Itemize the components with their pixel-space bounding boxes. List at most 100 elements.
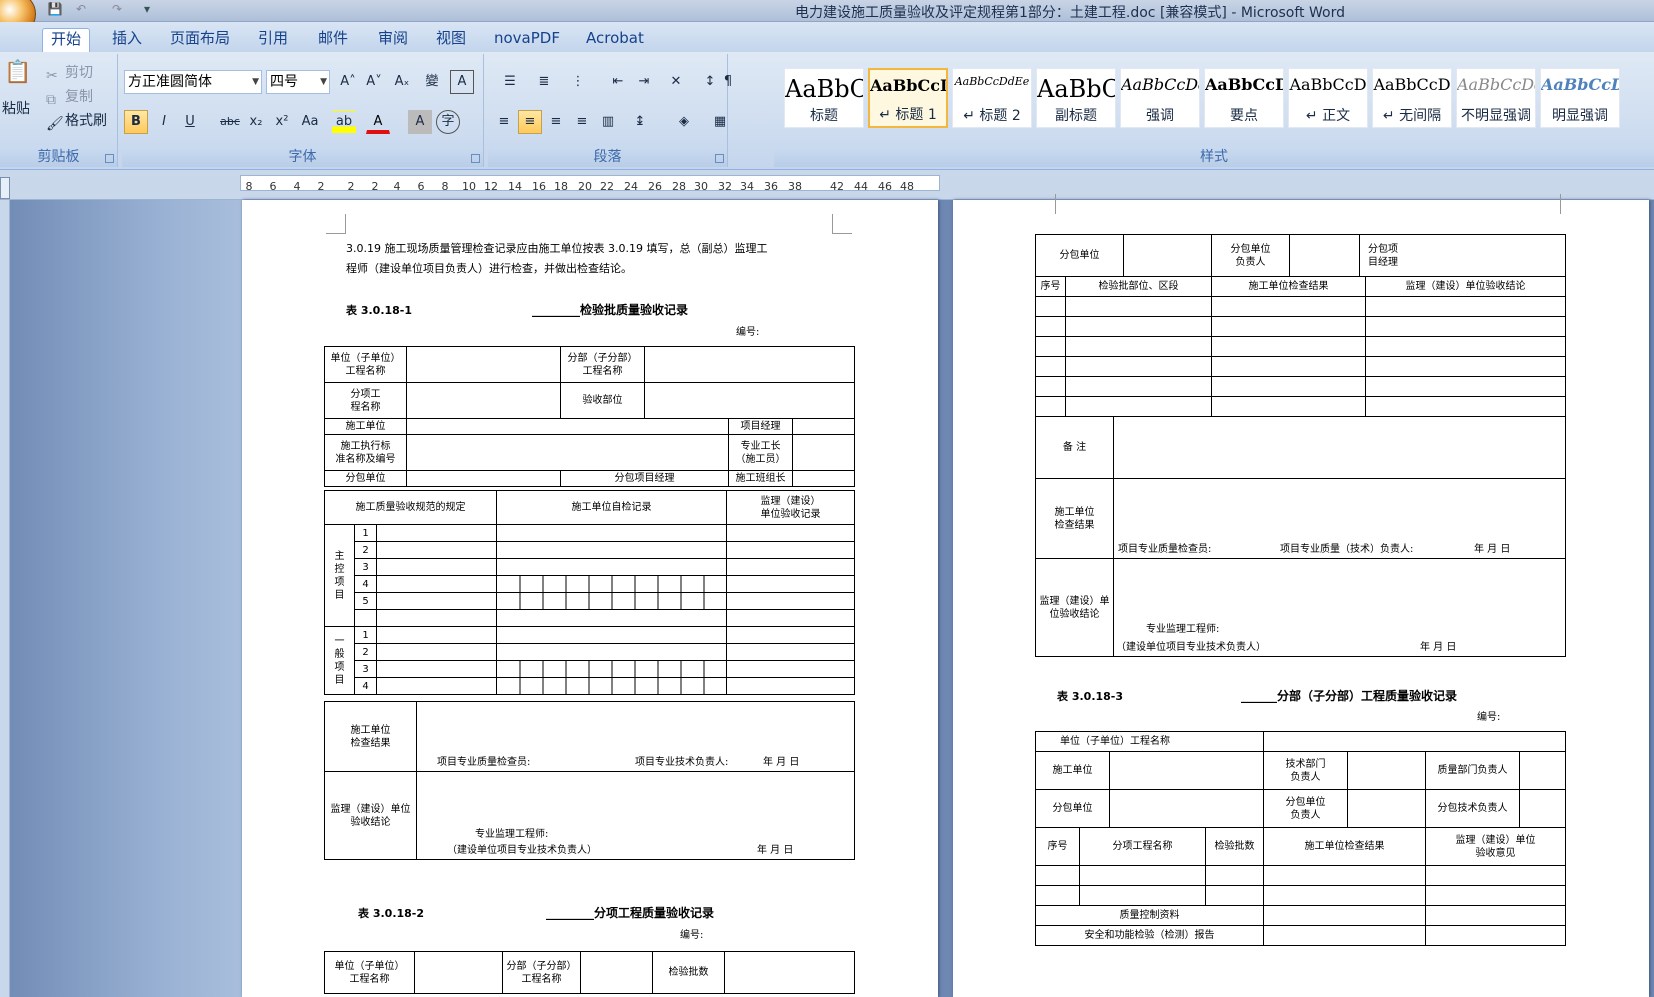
cell[interactable] [1065, 376, 1212, 397]
change-case-button[interactable]: Aa [298, 110, 322, 134]
cell[interactable] [496, 626, 727, 644]
subscript-button[interactable]: x₂ [244, 110, 268, 134]
cell[interactable] [791, 418, 856, 435]
multilevel-list-icon[interactable]: ⋮ [566, 70, 590, 94]
font-name-combo[interactable]: 方正准圆简体 ▼ [124, 70, 262, 94]
cell[interactable] [1425, 925, 1566, 946]
cell[interactable] [1425, 905, 1566, 926]
cell[interactable] [496, 575, 727, 593]
grow-font-button[interactable]: A˄ [336, 70, 360, 94]
cell[interactable] [496, 643, 727, 661]
cell[interactable] [1263, 731, 1566, 752]
tab-references[interactable]: 引用 [250, 28, 296, 52]
cell[interactable] [726, 558, 855, 576]
style-item[interactable]: AaBbC 标题 [784, 68, 864, 128]
decrease-indent-icon[interactable]: ⇤ [606, 70, 630, 94]
tab-review[interactable]: 审阅 [370, 28, 416, 52]
bullets-icon[interactable]: ☰ [498, 70, 522, 94]
cell[interactable] [580, 951, 653, 994]
cell[interactable] [726, 592, 855, 610]
tab-view[interactable]: 视图 [428, 28, 474, 52]
cell[interactable] [1035, 396, 1066, 417]
cell[interactable] [1263, 865, 1426, 886]
style-item[interactable]: AaBbCcD ↵ 正文 [1288, 68, 1368, 128]
cell[interactable] [414, 951, 503, 994]
justify-icon[interactable]: ≡ [570, 110, 594, 134]
distributed-icon[interactable]: ▥ [596, 110, 620, 134]
strikethrough-button[interactable]: abc [218, 110, 242, 134]
cell[interactable] [1365, 316, 1566, 337]
cell[interactable] [1113, 416, 1566, 479]
cell[interactable] [376, 643, 497, 661]
cell[interactable] [1205, 865, 1264, 886]
cell[interactable] [1347, 789, 1426, 828]
cell[interactable] [1211, 336, 1366, 357]
cell[interactable] [726, 677, 855, 695]
increase-indent-icon[interactable]: ⇥ [632, 70, 656, 94]
cell[interactable] [726, 609, 855, 627]
cell[interactable] [1365, 336, 1566, 357]
font-launcher-icon[interactable]: . [471, 154, 480, 163]
cell[interactable] [643, 346, 856, 383]
cell[interactable] [376, 660, 497, 678]
tab-insert[interactable]: 插入 [104, 28, 150, 52]
cell[interactable] [496, 524, 727, 542]
cell[interactable] [1079, 885, 1206, 906]
cell[interactable]: 项目专业质量检查员: 项目专业技术负责人: 年 月 日 [416, 701, 855, 772]
style-item[interactable]: AaBbC 副标题 [1036, 68, 1116, 128]
cell[interactable] [643, 382, 856, 419]
enclose-char-button[interactable]: 字 [436, 110, 460, 134]
phonetic-guide-button[interactable]: 變 [420, 70, 444, 94]
cell[interactable] [1035, 296, 1066, 317]
cell[interactable] [1109, 751, 1264, 790]
cell[interactable] [496, 558, 727, 576]
superscript-button[interactable]: x² [270, 110, 294, 134]
format-painter-button[interactable]: 🖌格式刷 [46, 110, 107, 132]
cell[interactable] [496, 541, 727, 559]
cell[interactable] [1519, 751, 1566, 790]
tab-page-layout[interactable]: 页面布局 [162, 28, 238, 52]
style-item[interactable]: AaBbCcDd 强调 [1120, 68, 1200, 128]
cell[interactable] [1289, 234, 1360, 277]
cell[interactable] [1035, 316, 1066, 337]
tab-acrobat[interactable]: Acrobat [578, 28, 652, 52]
cell[interactable] [1065, 316, 1212, 337]
cell[interactable] [1065, 296, 1212, 317]
cell[interactable] [1365, 296, 1566, 317]
cell[interactable] [724, 951, 855, 994]
line-spacing-icon[interactable]: ↨ [628, 110, 652, 134]
highlight-icon[interactable]: ab [332, 110, 356, 134]
copy-button[interactable]: ⧉ 复制 [46, 86, 93, 108]
ruler-strip[interactable]: 8 6 4 2 2 2 4 6 8 10 12 14 16 18 20 22 24 26 28 30 32 34 36 38 4… [240, 175, 940, 193]
cell[interactable] [1263, 885, 1426, 906]
numbering-icon[interactable]: ≣ [532, 70, 556, 94]
style-item[interactable]: AaBbCcD ↵ 无间隔 [1372, 68, 1452, 128]
cell[interactable] [1123, 234, 1212, 277]
cell[interactable] [1425, 865, 1566, 886]
paste-button[interactable]: 粘贴 [2, 98, 30, 118]
cell[interactable] [1211, 376, 1366, 397]
cell[interactable] [1519, 789, 1566, 828]
cell[interactable] [1035, 885, 1080, 906]
cell[interactable]: 专业监理工程师: （建设单位项目专业技术负责人）年 月 日 [416, 771, 855, 860]
redo-icon[interactable]: ↷ [108, 2, 126, 18]
cell[interactable] [1263, 925, 1426, 946]
cell[interactable] [1065, 336, 1212, 357]
font-color-icon[interactable]: A [366, 110, 390, 134]
cell[interactable] [376, 558, 497, 576]
cell[interactable] [376, 575, 497, 593]
cell[interactable] [1211, 356, 1366, 377]
cell[interactable] [1065, 396, 1212, 417]
cell[interactable] [496, 660, 727, 678]
char-shading-button[interactable]: A [408, 110, 432, 134]
cell[interactable] [496, 677, 727, 695]
cell[interactable] [1425, 885, 1566, 906]
cell[interactable]: 专业监理工程师: （建设单位项目专业技术负责人）年 月 日 [1113, 558, 1566, 657]
cell[interactable] [1035, 356, 1066, 377]
tab-home[interactable]: 开始 [42, 28, 91, 52]
cell[interactable] [1211, 316, 1366, 337]
font-size-combo[interactable]: 四号 ▼ [266, 70, 330, 94]
cell[interactable] [1263, 905, 1426, 926]
cell[interactable] [1365, 356, 1566, 377]
shrink-font-button[interactable]: A˅ [362, 70, 386, 94]
